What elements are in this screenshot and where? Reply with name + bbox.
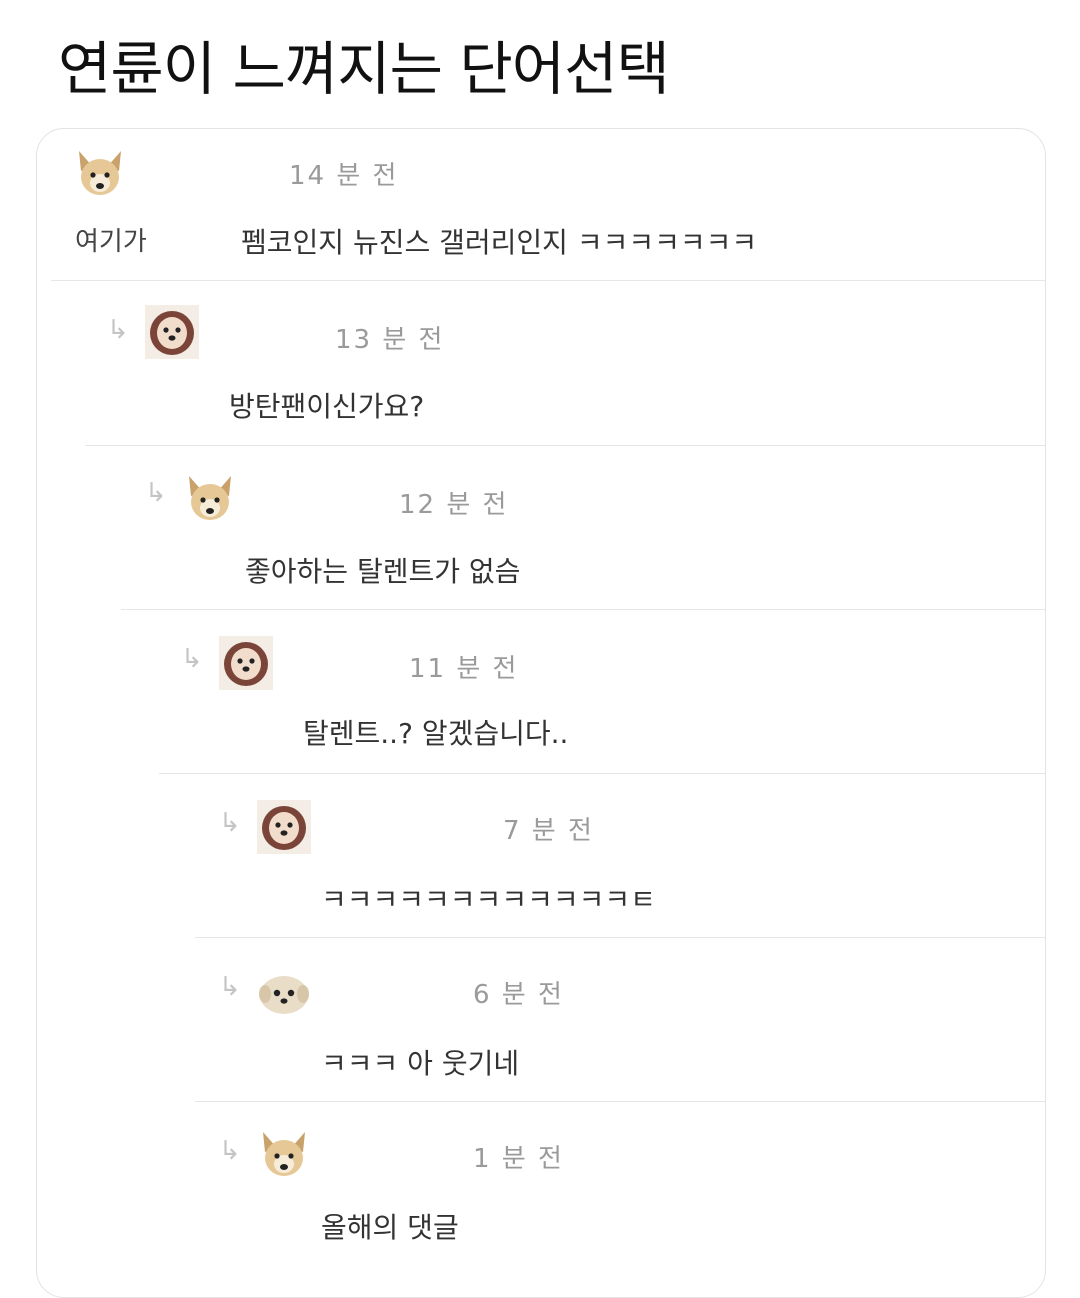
fluffy-dog-avatar[interactable] bbox=[257, 800, 311, 854]
page-title: 연륜이 느껴지는 단어선택 bbox=[58, 35, 670, 103]
reply-arrow-icon: ↳ bbox=[145, 478, 167, 508]
timestamp: 7 분 전 bbox=[503, 816, 594, 846]
comment-text: 올해의 댓글 bbox=[321, 1211, 459, 1244]
dog-avatar[interactable] bbox=[257, 1128, 311, 1182]
comment-text: ㅋㅋㅋㅋㅋㅋㅋㅋㅋㅋㅋㅋㅌ bbox=[321, 883, 656, 916]
timestamp: 14 분 전 bbox=[289, 161, 399, 191]
author-name[interactable]: 여기가 bbox=[75, 221, 147, 258]
reply-arrow-icon: ↳ bbox=[107, 315, 129, 345]
comment-text: ㅋㅋㅋ 아 웃기네 bbox=[321, 1047, 520, 1080]
comment-item: ↳ 7 분 전 ㅋㅋㅋㅋㅋㅋㅋㅋㅋㅋㅋㅋㅌ bbox=[37, 774, 1045, 938]
dog-avatar[interactable] bbox=[73, 147, 127, 201]
timestamp: 12 분 전 bbox=[399, 490, 509, 520]
comment-thread: 14 분 전 여기가 펨코인지 뉴진스 갤러리인지 ㅋㅋㅋㅋㅋㅋㅋ ↳ 13 분… bbox=[36, 128, 1046, 1298]
comment-item: ↳ 13 분 전 방탄팬이신가요? bbox=[37, 281, 1045, 446]
dog-avatar[interactable] bbox=[183, 472, 237, 526]
reply-arrow-icon: ↳ bbox=[219, 808, 241, 838]
fluffy-dog-avatar[interactable] bbox=[145, 305, 199, 359]
comment-text: 펨코인지 뉴진스 갤러리인지 ㅋㅋㅋㅋㅋㅋㅋ bbox=[241, 226, 758, 259]
fluffy-dog-avatar[interactable] bbox=[219, 636, 273, 690]
comment-item: ↳ 12 분 전 좋아하는 탈렌트가 없슴 bbox=[37, 446, 1045, 610]
timestamp: 13 분 전 bbox=[335, 325, 445, 355]
comment-item: ↳ 11 분 전 탈렌트..? 알겠습니다.. bbox=[37, 610, 1045, 774]
reply-arrow-icon: ↳ bbox=[181, 644, 203, 674]
comment-item: 14 분 전 여기가 펨코인지 뉴진스 갤러리인지 ㅋㅋㅋㅋㅋㅋㅋ bbox=[37, 129, 1045, 281]
comment-item: ↳ 6 분 전 ㅋㅋㅋ 아 웃기네 bbox=[37, 938, 1045, 1102]
puppy-avatar[interactable] bbox=[257, 966, 311, 1020]
timestamp: 6 분 전 bbox=[473, 980, 564, 1010]
timestamp: 1 분 전 bbox=[473, 1144, 564, 1174]
reply-arrow-icon: ↳ bbox=[219, 1136, 241, 1166]
comment-text: 방탄팬이신가요? bbox=[229, 390, 425, 423]
reply-arrow-icon: ↳ bbox=[219, 972, 241, 1002]
comment-item: ↳ 1 분 전 올해의 댓글 bbox=[37, 1102, 1045, 1297]
timestamp: 11 분 전 bbox=[409, 654, 519, 684]
comment-text: 탈렌트..? 알겠습니다.. bbox=[303, 717, 569, 750]
comment-text: 좋아하는 탈렌트가 없슴 bbox=[245, 555, 521, 588]
